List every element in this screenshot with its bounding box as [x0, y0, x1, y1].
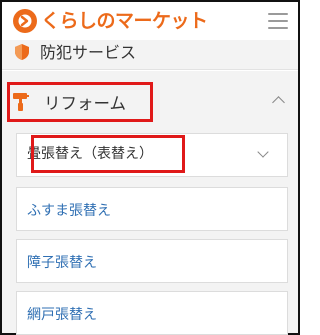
shield-icon: [15, 44, 29, 60]
app-header: くらしのマーケット: [2, 2, 298, 40]
subcategory-label: ふすま張替え: [27, 203, 111, 219]
category-row-reform[interactable]: リフォーム: [2, 71, 298, 133]
subcategory-tatami[interactable]: 畳張替え（表替え）: [16, 133, 288, 177]
logo-mark-icon: [13, 9, 37, 33]
chevron-up-icon[interactable]: [272, 96, 285, 109]
category-row-security[interactable]: 防犯サービス: [2, 35, 298, 70]
paint-roller-icon: [13, 93, 29, 111]
category-label: 防犯サービス: [40, 43, 137, 62]
subcategory-label: 障子張替え: [27, 255, 97, 271]
subcategory-fusuma[interactable]: ふすま張替え: [16, 187, 288, 231]
logo-text: くらしのマーケット: [41, 10, 208, 32]
subcategory-label: 網戸張替え: [27, 307, 97, 323]
hamburger-menu-icon[interactable]: [268, 13, 288, 29]
subcategory-amido[interactable]: 網戸張替え: [16, 291, 288, 335]
subcategory-label: 畳張替え（表替え）: [27, 146, 153, 162]
category-label: リフォーム: [44, 94, 127, 113]
subcategory-shoji[interactable]: 障子張替え: [16, 239, 288, 283]
subcategory-list: 畳張替え（表替え） ふすま張替え 障子張替え 網戸張替え: [2, 133, 298, 335]
logo[interactable]: くらしのマーケット: [10, 7, 208, 35]
chevron-down-icon[interactable]: [257, 146, 269, 158]
